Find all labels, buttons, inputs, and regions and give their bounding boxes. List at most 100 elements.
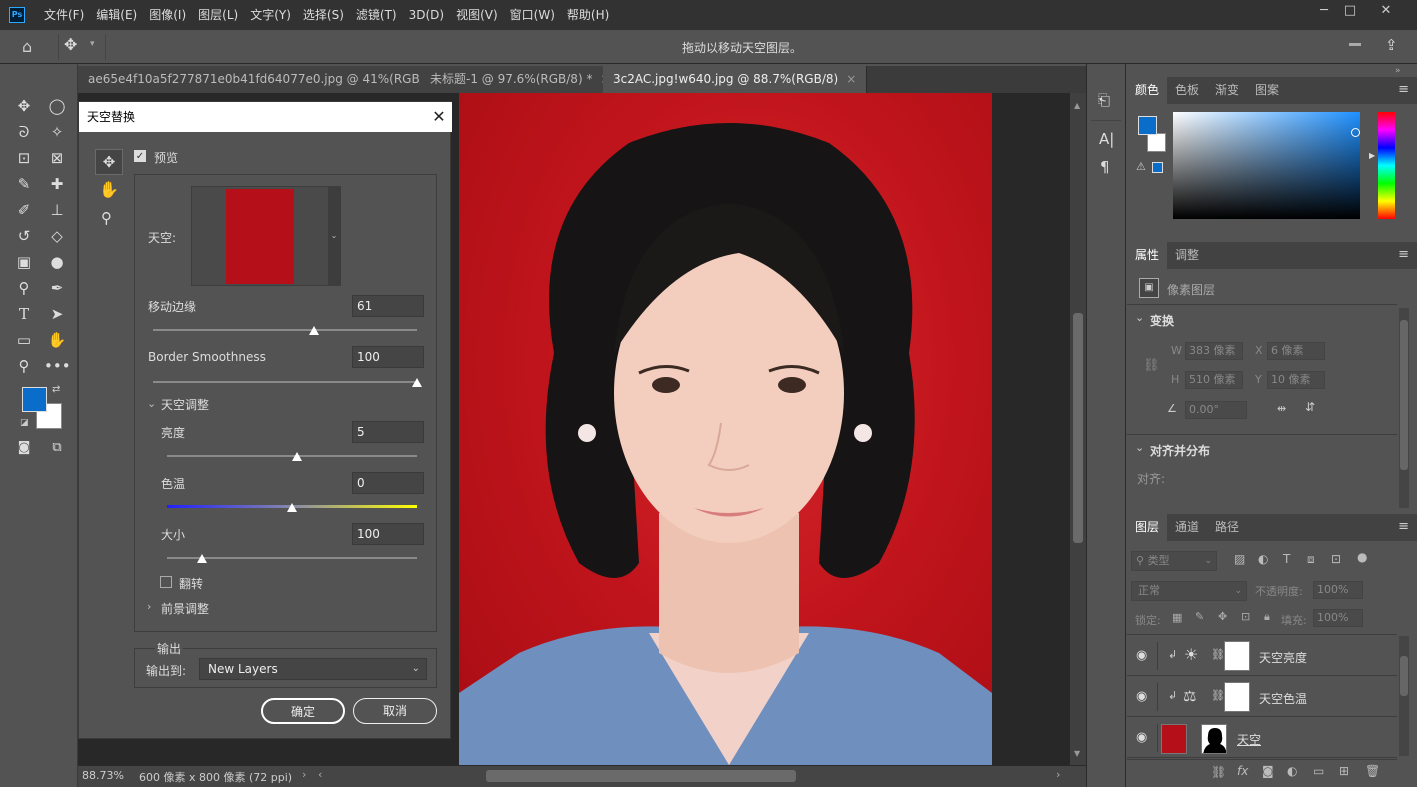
lock-image-icon[interactable]: ✎ (1195, 610, 1204, 623)
color-field[interactable] (1173, 112, 1360, 219)
scroll-up-icon[interactable]: ▲ (1074, 101, 1080, 110)
layer-row[interactable]: ◉ ↲ ⚖ ⛓ 天空色温 (1127, 677, 1397, 717)
close-dialog-icon[interactable]: ✕ (429, 105, 449, 129)
panel-menu-icon[interactable]: ≡ (1398, 247, 1409, 262)
output-to-select[interactable]: New Layers ⌄ (199, 658, 427, 680)
filter-shape-icon[interactable]: ⧈ (1307, 552, 1315, 567)
eyedropper-icon[interactable]: ✎ (11, 172, 37, 196)
brush-tool-icon[interactable]: ✐ (11, 198, 37, 222)
chevron-right-icon[interactable]: › (147, 600, 151, 613)
foreground-adjust-section-title[interactable]: 前景调整 (161, 600, 209, 617)
tab-gradients[interactable]: 渐变 (1207, 77, 1247, 104)
zoom-level[interactable]: 88.73% (82, 769, 124, 782)
blur-tool-icon[interactable]: ● (44, 250, 70, 274)
hscroll-right-icon[interactable]: › (1056, 768, 1060, 781)
layer-thumbnail[interactable] (1161, 724, 1187, 754)
new-adjustment-icon[interactable]: ◐ (1287, 764, 1297, 778)
crop-tool-icon[interactable]: ⊡ (11, 146, 37, 170)
fx-icon[interactable]: fx (1237, 764, 1248, 778)
panel-menu-icon[interactable]: ≡ (1398, 82, 1409, 97)
scrollbar-thumb[interactable] (1400, 656, 1408, 696)
default-colors-icon[interactable]: ◪ (20, 418, 29, 428)
dodge-tool-icon[interactable]: ⚲ (11, 276, 37, 300)
tab-patterns[interactable]: 图案 (1247, 77, 1287, 104)
paragraph-panel-icon[interactable]: ¶ (1100, 158, 1110, 176)
move-tool-icon[interactable]: ✥ (11, 94, 37, 118)
menu-image[interactable]: 图像(I) (143, 0, 192, 30)
fill-input[interactable]: 100% (1313, 609, 1363, 627)
hand-tool-icon[interactable]: ✋ (99, 180, 119, 199)
add-mask-icon[interactable]: ◙ (1262, 764, 1274, 778)
menu-3d[interactable]: 3D(D) (403, 0, 450, 30)
blend-mode-select[interactable]: 正常 ⌄ (1131, 581, 1247, 601)
doc-tab-2[interactable]: 未标题-1 @ 97.6%(RGB/8) *× (420, 66, 622, 93)
history-panel-icon[interactable]: ⎗ (1098, 91, 1110, 109)
border-smoothness-slider-track[interactable] (153, 381, 417, 383)
brightness-slider-thumb[interactable] (292, 452, 302, 461)
maximize-button[interactable]: □ (1332, 0, 1368, 24)
hand-tool-icon[interactable]: ✋ (44, 328, 70, 352)
tab-channels[interactable]: 通道 (1167, 514, 1207, 541)
ok-button[interactable]: 确定 (261, 698, 345, 724)
chevron-down-icon[interactable]: ⌄ (1135, 441, 1144, 454)
tab-properties[interactable]: 属性 (1127, 242, 1168, 269)
websafe-swatch[interactable] (1152, 162, 1163, 173)
filter-type-icon[interactable]: T (1283, 552, 1290, 566)
new-layer-icon[interactable]: ⊞ (1339, 764, 1349, 778)
move-edge-slider-thumb[interactable] (309, 326, 320, 335)
shape-tool-icon[interactable]: ▭ (11, 328, 37, 352)
chevron-down-icon[interactable]: ⌄ (328, 187, 340, 285)
frame-tool-icon[interactable]: ⊠ (44, 146, 70, 170)
properties-scrollbar[interactable] (1399, 308, 1409, 508)
stamp-tool-icon[interactable]: ⊥ (44, 198, 70, 222)
scrollbar-thumb[interactable] (1400, 320, 1408, 470)
filter-adjustment-icon[interactable]: ◐ (1258, 552, 1268, 566)
height-input[interactable]: 510 像素 (1185, 371, 1243, 389)
lock-position-icon[interactable]: ✥ (1218, 610, 1227, 623)
workspace-dash-icon[interactable] (1349, 43, 1361, 46)
doc-tab-1[interactable]: ae65e4f10a5f277871e0b41fd64077e0.jpg @ 4… (78, 66, 476, 93)
layer-name[interactable]: 天空 (1237, 731, 1261, 748)
panel-background-swatch[interactable] (1147, 133, 1166, 152)
quick-mask-icon[interactable]: ◙ (11, 436, 37, 460)
y-input[interactable]: 10 像素 (1267, 371, 1325, 389)
opacity-input[interactable]: 100% (1313, 581, 1363, 599)
share-icon[interactable]: ⇪ (1385, 36, 1403, 54)
menu-filter[interactable]: 滤镜(T) (350, 0, 403, 30)
menu-layer[interactable]: 图层(L) (192, 0, 244, 30)
menu-view[interactable]: 视图(V) (450, 0, 504, 30)
close-window-button[interactable]: ✕ (1368, 0, 1404, 24)
move-edge-input[interactable]: 61 (352, 295, 424, 317)
layer-mask-thumbnail[interactable] (1201, 724, 1227, 754)
filter-pixel-icon[interactable]: ▨ (1234, 552, 1245, 566)
hscroll-left-icon[interactable]: ‹ (318, 768, 322, 781)
menu-type[interactable]: 文字(Y) (244, 0, 297, 30)
screen-mode-icon[interactable]: ⧉ (44, 436, 70, 460)
width-input[interactable]: 383 像素 (1185, 342, 1243, 360)
border-smoothness-slider-thumb[interactable] (412, 378, 422, 387)
panel-menu-icon[interactable]: ≡ (1398, 519, 1409, 534)
menu-file[interactable]: 文件(F) (38, 0, 90, 30)
menu-edit[interactable]: 编辑(E) (90, 0, 143, 30)
swap-colors-icon[interactable]: ⇄ (52, 384, 60, 395)
move-tool-icon[interactable]: ✥ (64, 35, 84, 57)
flip-vertical-icon[interactable]: ⇵ (1305, 400, 1315, 414)
tab-swatches[interactable]: 色板 (1167, 77, 1207, 104)
mask-link-icon[interactable]: ⛓ (1211, 648, 1225, 661)
visibility-eye-icon[interactable]: ◉ (1136, 690, 1150, 704)
horizontal-scroll-thumb[interactable] (486, 770, 796, 782)
layer-mask-thumbnail[interactable] (1224, 641, 1250, 671)
status-more-icon[interactable]: › (302, 768, 306, 781)
zoom-tool-icon[interactable]: ⚲ (11, 354, 37, 378)
menu-select[interactable]: 选择(S) (297, 0, 350, 30)
hue-slider-marker[interactable]: ▶ (1369, 151, 1375, 160)
filter-smart-object-icon[interactable]: ⊡ (1331, 552, 1341, 566)
border-smoothness-input[interactable]: 100 (352, 346, 424, 368)
link-dimensions-icon[interactable]: ⛓ (1143, 358, 1160, 373)
scrollbar-thumb[interactable] (1073, 313, 1083, 543)
chevron-down-icon[interactable]: ▾ (90, 39, 95, 49)
collapse-panels-icon[interactable]: » (1395, 66, 1401, 76)
lock-artboard-icon[interactable]: ⊡ (1241, 610, 1250, 623)
history-brush-icon[interactable]: ↺ (11, 224, 37, 248)
tab-color[interactable]: 颜色 (1127, 77, 1168, 104)
